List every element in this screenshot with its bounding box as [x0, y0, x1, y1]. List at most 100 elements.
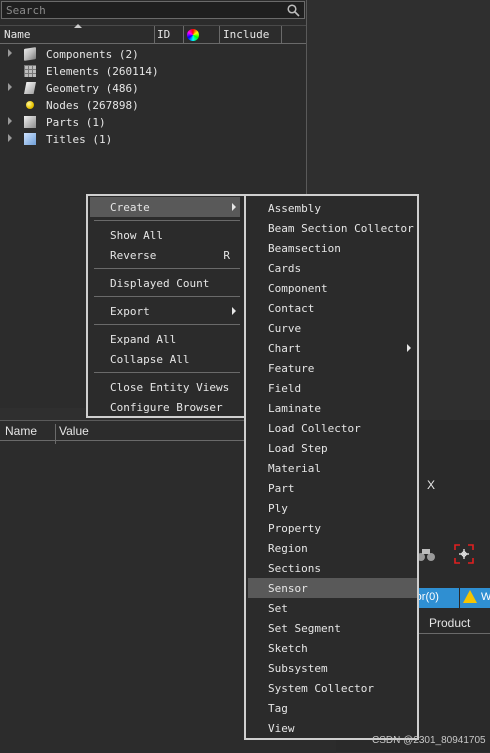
submenu-item-component[interactable]: Component: [248, 278, 417, 298]
menu-item-label: Displayed Count: [110, 277, 210, 290]
submenu-item-field[interactable]: Field: [248, 378, 417, 398]
menu-item-close-entity-views[interactable]: Close Entity Views: [90, 377, 240, 397]
column-include[interactable]: Include: [223, 28, 269, 41]
submenu-item-label: System Collector: [268, 682, 374, 695]
expand-arrow-icon[interactable]: [8, 134, 12, 142]
submenu-item-contact[interactable]: Contact: [248, 298, 417, 318]
menu-item-label: Reverse: [110, 249, 157, 262]
tree-item[interactable]: Elements (260114): [0, 63, 306, 80]
expand-arrow-icon[interactable]: [8, 49, 12, 57]
menu-item-show-all[interactable]: Show All: [90, 225, 240, 245]
column-value[interactable]: Value: [59, 424, 89, 438]
submenu-item-system-collector[interactable]: System Collector: [248, 678, 417, 698]
submenu-item-label: Region: [268, 542, 308, 555]
submenu-item-curve[interactable]: Curve: [248, 318, 417, 338]
product-column-header[interactable]: Product: [418, 612, 490, 634]
menu-item-label: Configure Browser: [110, 401, 223, 414]
submenu-item-chart[interactable]: Chart: [248, 338, 417, 358]
warning-icon: [463, 590, 477, 603]
submenu-item-property[interactable]: Property: [248, 518, 417, 538]
submenu-item-sections[interactable]: Sections: [248, 558, 417, 578]
submenu-item-label: Ply: [268, 502, 288, 515]
binoculars-icon[interactable]: [416, 546, 436, 562]
warning-tab[interactable]: W: [460, 588, 490, 608]
color-wheel-icon[interactable]: [187, 29, 199, 41]
submenu-item-label: Material: [268, 462, 321, 475]
submenu-item-label: Field: [268, 382, 302, 395]
tree-item[interactable]: Geometry (486): [0, 80, 306, 97]
submenu-item-label: Beamsection: [268, 242, 341, 255]
tree-item[interactable]: Parts (1): [0, 114, 306, 131]
submenu-item-load-step[interactable]: Load Step: [248, 438, 417, 458]
column-id[interactable]: ID: [157, 28, 170, 41]
submenu-item-load-collector[interactable]: Load Collector: [248, 418, 417, 438]
menu-item-export[interactable]: Export: [90, 301, 240, 321]
tree-item-label: Components (2): [46, 48, 139, 61]
submenu-item-beam-section-collector[interactable]: Beam Section Collector: [248, 218, 417, 238]
submenu-item-label: Property: [268, 522, 321, 535]
column-name[interactable]: Name: [5, 424, 37, 438]
submenu-item-sensor[interactable]: Sensor: [248, 578, 417, 598]
component-icon: [24, 47, 36, 61]
submenu-item-label: Load Collector: [268, 422, 361, 435]
search-icon[interactable]: [287, 4, 300, 17]
tree-item-label: Nodes (267898): [46, 99, 139, 112]
menu-item-label: Create: [110, 201, 150, 214]
submenu-item-assembly[interactable]: Assembly: [248, 198, 417, 218]
watermark: CSDN @2301_80941705: [372, 735, 486, 746]
geometry-icon: [24, 82, 36, 94]
tree-item-label: Geometry (486): [46, 82, 139, 95]
submenu-item-label: Load Step: [268, 442, 328, 455]
target-select-icon[interactable]: [454, 544, 474, 564]
tree-item-label: Elements (260114): [46, 65, 159, 78]
submenu-item-part[interactable]: Part: [248, 478, 417, 498]
submenu-item-ply[interactable]: Ply: [248, 498, 417, 518]
submenu-item-cards[interactable]: Cards: [248, 258, 417, 278]
submenu-item-label: Beam Section Collector: [268, 222, 414, 235]
submenu-item-beamsection[interactable]: Beamsection: [248, 238, 417, 258]
column-name[interactable]: Name: [4, 28, 31, 41]
context-menu: Create Show All Reverse R Displayed Coun…: [86, 194, 246, 418]
submenu-item-label: Curve: [268, 322, 302, 335]
sort-ascending-icon: [74, 24, 82, 28]
menu-item-configure-browser[interactable]: Configure Browser: [90, 397, 240, 417]
submenu-item-tag[interactable]: Tag: [248, 698, 417, 718]
title-icon: [24, 133, 36, 145]
menu-shortcut: R: [223, 249, 230, 262]
menu-item-displayed-count[interactable]: Displayed Count: [90, 273, 240, 293]
submenu-item-label: Component: [268, 282, 328, 295]
submenu-item-label: Feature: [268, 362, 315, 375]
expand-arrow-icon[interactable]: [8, 83, 12, 91]
menu-item-reverse[interactable]: Reverse R: [90, 245, 240, 265]
submenu-item-region[interactable]: Region: [248, 538, 417, 558]
submenu-item-label: Cards: [268, 262, 302, 275]
menu-item-expand-all[interactable]: Expand All: [90, 329, 240, 349]
x-label: X: [427, 478, 436, 492]
search-input[interactable]: Search: [1, 1, 305, 19]
submenu-item-feature[interactable]: Feature: [248, 358, 417, 378]
submenu-item-label: View: [268, 722, 295, 735]
tree-item[interactable]: Titles (1): [0, 131, 306, 148]
submenu-item-subsystem[interactable]: Subsystem: [248, 658, 417, 678]
submenu-item-label: Contact: [268, 302, 315, 315]
part-icon: [24, 116, 36, 128]
menu-item-create[interactable]: Create: [90, 197, 240, 217]
submenu-item-set[interactable]: Set: [248, 598, 417, 618]
submenu-item-label: Part: [268, 482, 295, 495]
error-tab[interactable]: ror(0): [412, 588, 459, 608]
expand-arrow-icon[interactable]: [8, 117, 12, 125]
menu-item-label: Close Entity Views: [110, 381, 230, 394]
tree-item-label: Parts (1): [46, 116, 106, 129]
tree-item[interactable]: Nodes (267898): [0, 97, 306, 114]
menu-item-collapse-all[interactable]: Collapse All: [90, 349, 240, 369]
submenu-item-material[interactable]: Material: [248, 458, 417, 478]
submenu-item-laminate[interactable]: Laminate: [248, 398, 417, 418]
submenu-item-sketch[interactable]: Sketch: [248, 638, 417, 658]
submenu-item-label: Sensor: [268, 582, 308, 595]
submenu-item-set-segment[interactable]: Set Segment: [248, 618, 417, 638]
submenu-item-label: Sections: [268, 562, 321, 575]
tree-item-label: Titles (1): [46, 133, 113, 146]
submenu-item-label: Sketch: [268, 642, 308, 655]
submenu-arrow-icon: [407, 344, 411, 352]
tree-item[interactable]: Components (2): [0, 46, 306, 63]
